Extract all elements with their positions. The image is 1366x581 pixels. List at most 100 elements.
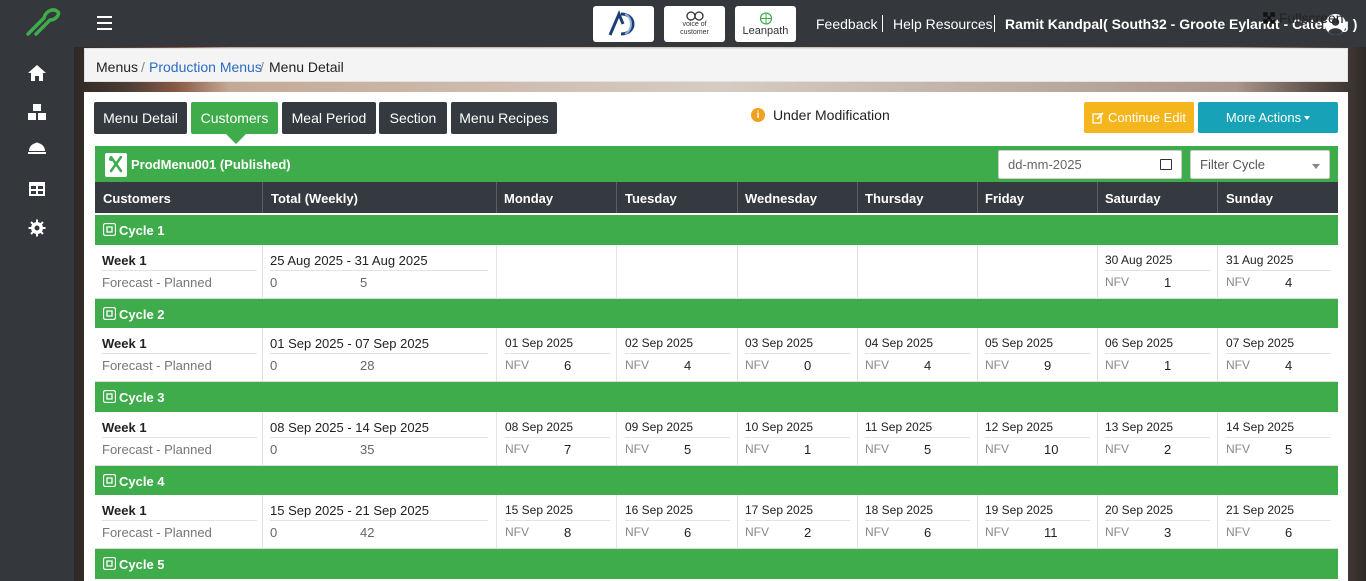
day-value[interactable]: 4 xyxy=(1285,275,1292,290)
column-divider xyxy=(1217,182,1218,213)
total-planned: 5 xyxy=(360,275,368,290)
tab-menu-recipes[interactable]: Menu Recipes xyxy=(451,102,557,134)
cycle-row[interactable]: Cycle 5 xyxy=(95,549,1338,579)
cell-divider xyxy=(737,495,738,548)
brand-leanpath-logo[interactable]: Leanpath xyxy=(735,6,796,42)
home-icon[interactable] xyxy=(26,62,48,84)
day-value[interactable]: 4 xyxy=(684,358,691,373)
fullscreen-icon xyxy=(1263,12,1275,24)
day-value[interactable]: 5 xyxy=(1285,442,1292,457)
day-date: 11 Sep 2025 xyxy=(865,420,933,434)
day-value[interactable]: 1 xyxy=(1164,358,1171,373)
row-separator xyxy=(745,437,850,438)
cell-divider xyxy=(616,328,617,381)
day-value[interactable]: 7 xyxy=(564,442,571,457)
day-value[interactable]: 11 xyxy=(1044,525,1058,540)
nfv-label: NFV xyxy=(505,442,529,456)
col-tuesday: Tuesday xyxy=(625,191,677,206)
help-resources-link[interactable]: Help Resources xyxy=(893,16,993,32)
col-sunday: Sunday xyxy=(1226,191,1273,206)
dish-icon[interactable] xyxy=(26,139,48,161)
nfv-label: NFV xyxy=(985,525,1009,539)
cell-divider xyxy=(616,412,617,465)
day-date: 13 Sep 2025 xyxy=(1105,420,1174,434)
row-separator xyxy=(1226,353,1331,354)
nfv-label: NFV xyxy=(865,442,889,456)
filter-cycle-select[interactable]: Filter Cycle xyxy=(1190,150,1330,179)
tab-meal-period[interactable]: Meal Period xyxy=(282,102,376,134)
row-separator xyxy=(625,437,730,438)
week-range: 01 Sep 2025 - 07 Sep 2025 xyxy=(270,336,430,351)
settings-icon[interactable] xyxy=(26,217,48,239)
cell-divider xyxy=(1097,495,1098,548)
tab-section[interactable]: Section xyxy=(379,102,447,134)
feedback-link[interactable]: Feedback xyxy=(816,16,877,32)
cycle-row[interactable]: Cycle 4 xyxy=(95,466,1338,496)
day-value[interactable]: 5 xyxy=(684,442,691,457)
nfv-label: NFV xyxy=(1226,525,1250,539)
day-value[interactable]: 4 xyxy=(924,358,931,373)
app-logo[interactable] xyxy=(22,4,62,40)
week-label: Week 1 xyxy=(102,503,147,518)
date-input[interactable]: dd-mm-2025 xyxy=(998,150,1182,179)
brand-ad-logo[interactable]: AD xyxy=(593,6,654,42)
brand-leanpath-label: Leanpath xyxy=(742,24,789,37)
column-divider xyxy=(977,182,978,213)
recycle-icon xyxy=(103,390,116,403)
day-date: 31 Aug 2025 xyxy=(1226,253,1294,267)
day-value[interactable]: 6 xyxy=(564,358,571,373)
nfv-label: NFV xyxy=(745,525,769,539)
total-forecast: 0 xyxy=(270,525,278,540)
day-value[interactable]: 2 xyxy=(804,525,811,540)
day-value[interactable]: 2 xyxy=(1164,442,1171,457)
day-value[interactable]: 6 xyxy=(1285,525,1292,540)
calendar-icon[interactable] xyxy=(1160,159,1172,170)
row-separator xyxy=(865,437,970,438)
table-icon[interactable] xyxy=(26,178,48,200)
cycle-row[interactable]: Cycle 2 xyxy=(95,299,1338,329)
day-date: 30 Aug 2025 xyxy=(1105,253,1173,267)
more-actions-button[interactable]: More Actions xyxy=(1198,102,1338,133)
nfv-label: NFV xyxy=(745,358,769,372)
tab-menu-detail[interactable]: Menu Detail xyxy=(94,102,187,134)
day-value[interactable]: 6 xyxy=(924,525,931,540)
day-date: 02 Sep 2025 xyxy=(625,336,694,350)
cell-divider xyxy=(496,245,497,298)
column-divider xyxy=(1097,182,1098,213)
day-value[interactable]: 1 xyxy=(1164,275,1171,290)
breadcrumb-separator: / xyxy=(141,59,145,75)
day-value[interactable]: 5 xyxy=(924,442,931,457)
hamburger-menu-icon[interactable] xyxy=(97,16,112,30)
row-separator xyxy=(102,437,257,438)
nfv-label: NFV xyxy=(985,442,1009,456)
cell-divider xyxy=(262,245,263,298)
nfv-label: NFV xyxy=(865,525,889,539)
cycle-row[interactable]: Cycle 1 xyxy=(95,215,1338,245)
tab-customers[interactable]: Customers xyxy=(191,102,278,134)
day-value[interactable]: 6 xyxy=(684,525,691,540)
boxes-icon[interactable] xyxy=(26,101,48,123)
day-date: 17 Sep 2025 xyxy=(745,503,814,517)
forecast-planned-label: Forecast - Planned xyxy=(102,358,212,373)
day-value[interactable]: 0 xyxy=(804,358,811,373)
cycle-row[interactable]: Cycle 3 xyxy=(95,382,1338,412)
col-wednesday: Wednesday xyxy=(745,191,818,206)
day-value[interactable]: 1 xyxy=(804,442,811,457)
fullscreen-button[interactable]: Fullscreen xyxy=(1263,10,1344,26)
cell-divider xyxy=(1097,328,1098,381)
day-value[interactable]: 8 xyxy=(564,525,571,540)
total-planned: 35 xyxy=(360,442,375,457)
continue-edit-button[interactable]: Continue Edit xyxy=(1084,102,1194,133)
row-separator xyxy=(1105,270,1210,271)
day-value[interactable]: 9 xyxy=(1044,358,1051,373)
breadcrumb-production-menus[interactable]: Production Menus xyxy=(149,59,262,75)
day-value[interactable]: 4 xyxy=(1285,358,1292,373)
day-date: 03 Sep 2025 xyxy=(745,336,814,350)
brand-voice-of-customer-logo[interactable]: voice of customer xyxy=(664,6,725,42)
nfv-label: NFV xyxy=(625,442,649,456)
recycle-icon xyxy=(103,307,116,320)
day-value[interactable]: 10 xyxy=(1044,442,1058,457)
column-divider xyxy=(737,182,738,213)
day-value[interactable]: 3 xyxy=(1164,525,1171,540)
date-input-placeholder: dd-mm-2025 xyxy=(1008,157,1082,172)
